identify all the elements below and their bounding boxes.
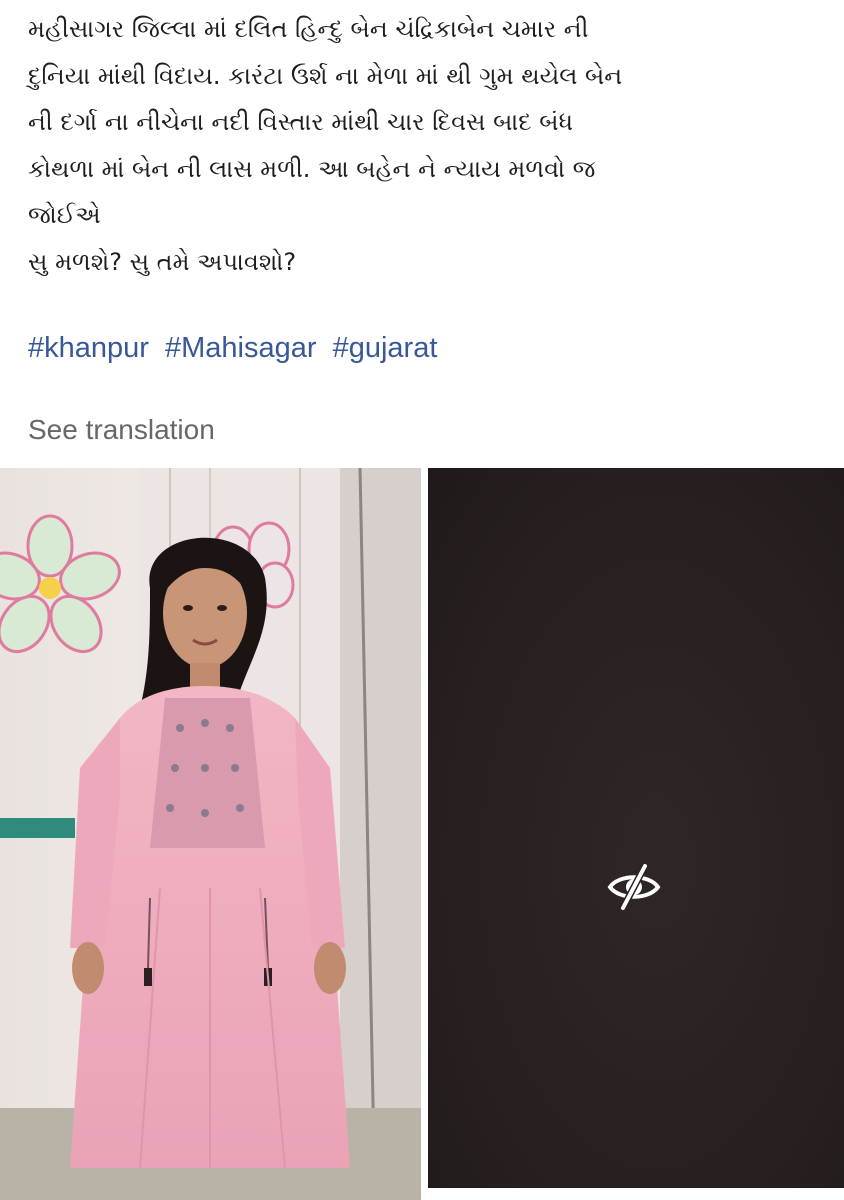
post-text-line: મહીસાગર જિલ્લા માં દલિત હિન્દુ બેન ચંદ્ર… (28, 15, 589, 43)
hashtag-link-khanpur[interactable]: #khanpur (28, 332, 149, 364)
post-text-line: જોઈએ (28, 201, 101, 229)
facebook-post: મહીસાગર જિલ્લા માં દલિત હિન્દુ બેન ચંદ્ર… (0, 0, 844, 1200)
post-text-line: દુનિયા માંથી વિદાય. કારંટા ઉર્શ ના મેળા … (28, 61, 623, 90)
post-text-line: કોથળા માં બેન ની લાસ મળી. આ બહેન ને ન્યા… (28, 154, 596, 183)
hidden-sensitive-photo[interactable] (428, 468, 844, 1188)
post-text-line: સુ મળશે? સુ તમે અપાવશો? (28, 247, 297, 276)
photo-girl-in-pink-dress[interactable] (0, 468, 421, 1200)
see-translation-link[interactable]: See translation (28, 414, 215, 446)
photo-illustration (0, 468, 421, 1200)
post-body-text: મહીસાગર જિલ્લા માં દલિત હિન્દુ બેન ચંદ્ર… (28, 6, 828, 285)
hashtag-row: #khanpur #Mahisagar #gujarat (28, 332, 445, 365)
hashtag-link-mahisagar[interactable]: #Mahisagar (165, 332, 317, 364)
hashtag-link-gujarat[interactable]: #gujarat (333, 332, 438, 364)
dark-overlay (428, 468, 844, 1188)
eye-slash-icon[interactable] (605, 858, 663, 916)
post-text-line: ની દર્ગા ના નીચેના નદી વિસ્તાર માંથી ચાર… (28, 108, 573, 136)
media-grid (0, 468, 844, 1200)
